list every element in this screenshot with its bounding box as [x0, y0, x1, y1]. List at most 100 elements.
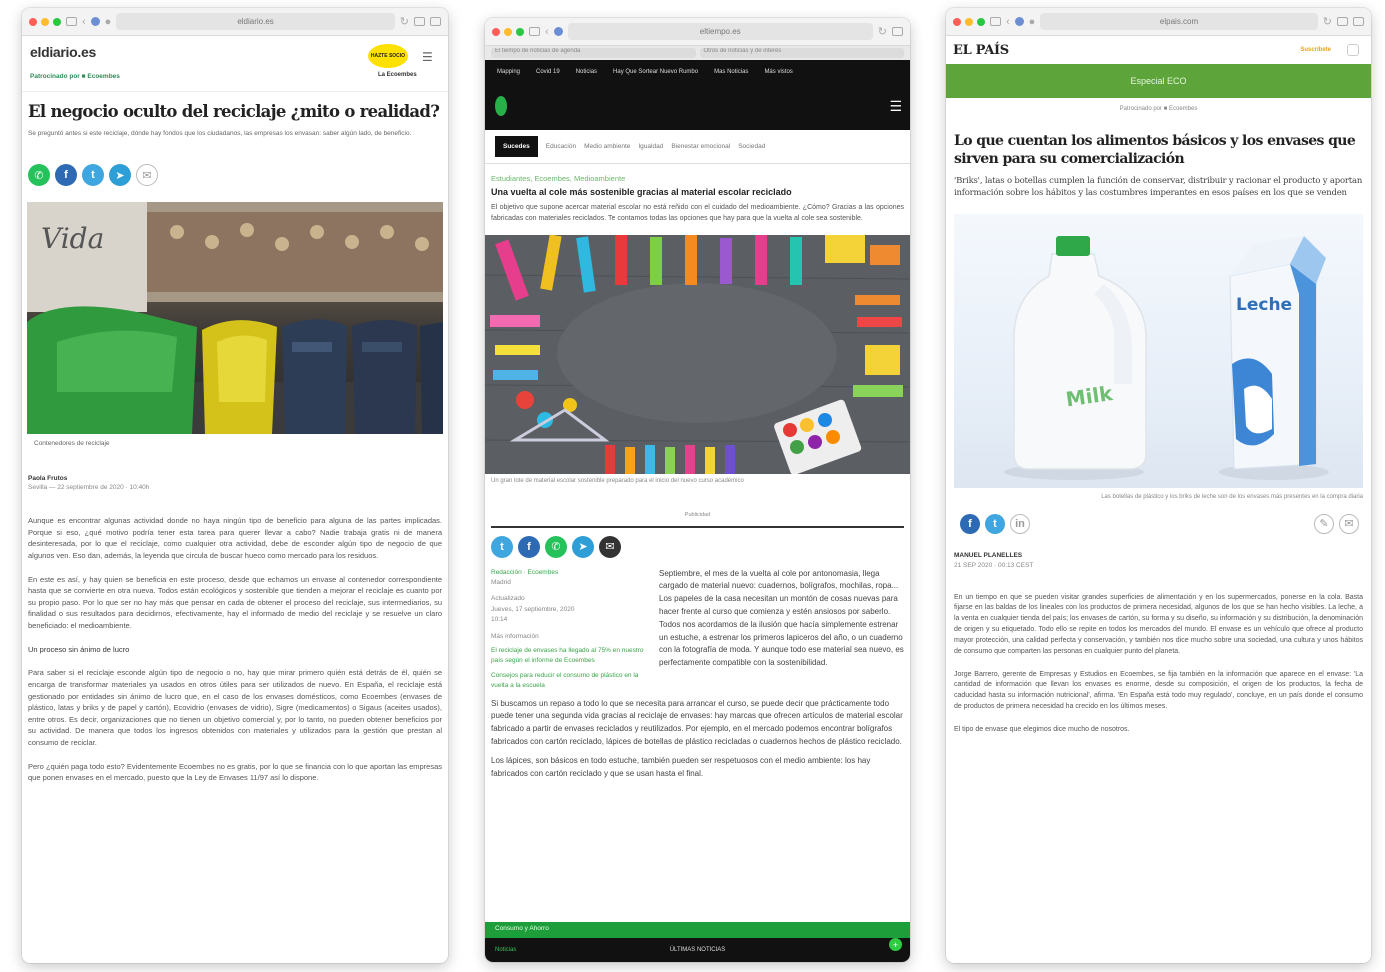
bottom-bar-left-link[interactable]: Noticias: [495, 947, 516, 953]
tabs-overview-icon[interactable]: [1353, 17, 1364, 26]
sidebar-date-label: Actualizado: [491, 595, 525, 603]
article-date: 21 SEP 2020 · 00:13 CEST: [954, 561, 1034, 569]
close-window-button[interactable]: [953, 17, 961, 26]
telegram-icon[interactable]: ➤: [572, 535, 594, 558]
share-icon[interactable]: [414, 17, 425, 26]
shield-icon[interactable]: [1014, 17, 1024, 26]
section-banner[interactable]: Especial ECO: [946, 64, 1371, 98]
comment-icon[interactable]: ✎: [1314, 513, 1334, 534]
extension-icon[interactable]: ●: [1029, 16, 1036, 28]
facebook-icon[interactable]: f: [518, 535, 540, 558]
email-icon[interactable]: ✉: [136, 164, 158, 187]
address-bar[interactable]: eltiempo.es: [567, 23, 873, 40]
sidebar-related-link-2[interactable]: Consejos para reducir el consumo de plás…: [491, 671, 651, 692]
article-kicker[interactable]: Estudiantes, Ecoembes, Medioambiente: [491, 174, 904, 183]
twitter-icon[interactable]: t: [491, 535, 513, 558]
sidebar-related-label: Más información: [491, 632, 539, 640]
nav-link-3[interactable]: Noticias: [576, 69, 597, 75]
photo-caption: Contenedores de reciclaje: [34, 440, 110, 448]
twitter-icon[interactable]: t: [985, 513, 1005, 534]
zoom-window-button[interactable]: [516, 27, 524, 36]
subscribe-link[interactable]: Suscríbete: [1300, 47, 1331, 53]
article-body: Redacción · Ecoembes Madrid Actualizado …: [485, 568, 910, 692]
subscribe-badge[interactable]: HAZTE SOCIO: [368, 44, 408, 68]
site-logo[interactable]: EL PAÍS: [953, 43, 1009, 58]
nav-link-1[interactable]: Mapping: [497, 69, 520, 75]
address-bar[interactable]: elpais.com: [1040, 13, 1318, 30]
latest-news-bar: Noticias ÚLTIMAS NOTICIAS: [485, 938, 910, 962]
nav-link-5[interactable]: Mas Noticias: [714, 69, 748, 75]
sidebar-icon[interactable]: [529, 27, 540, 36]
expand-plus-icon[interactable]: +: [889, 938, 902, 951]
back-icon[interactable]: ‹: [82, 16, 86, 28]
photo-caption: Un gran lote de material escolar sosteni…: [491, 477, 744, 484]
minimize-window-button[interactable]: [41, 17, 49, 26]
share-icon[interactable]: [1337, 17, 1348, 26]
close-window-button[interactable]: [492, 27, 500, 36]
share-buttons-right: ✎ ✉: [1314, 513, 1359, 534]
twitter-icon[interactable]: t: [82, 164, 104, 187]
site-logo-icon[interactable]: [495, 96, 507, 116]
nav-link-4[interactable]: Hay Que Sortear Nuevo Rumbo: [613, 69, 698, 75]
email-icon[interactable]: ✉: [599, 535, 621, 558]
bottom-bar-section[interactable]: Consumo y Ahorro: [485, 922, 910, 938]
window-controls: [953, 17, 985, 26]
site-header: ☰: [485, 84, 910, 130]
reload-icon[interactable]: ↻: [1323, 15, 1332, 28]
user-icon[interactable]: [1347, 44, 1359, 56]
tabs-overview-icon[interactable]: [892, 27, 903, 36]
nav-link-2[interactable]: Covid 19: [536, 69, 560, 75]
recycling-bins-illustration: Vida: [27, 202, 443, 435]
linkedin-icon[interactable]: in: [1010, 513, 1030, 534]
article-lead: 'Briks', latas o botellas cumplen la fun…: [954, 175, 1363, 199]
site-logo[interactable]: eldiario.es: [30, 44, 96, 60]
article-sidebar: Redacción · Ecoembes Madrid Actualizado …: [491, 568, 651, 692]
tab-section-6[interactable]: Sociedad: [738, 143, 765, 150]
shield-icon[interactable]: [90, 17, 100, 26]
browser-tab-2[interactable]: Otros de noticias y de interés: [699, 48, 904, 58]
author-name[interactable]: MANUEL PLANELLES: [954, 552, 1363, 559]
back-icon[interactable]: ‹: [545, 26, 549, 38]
browser-toolbar: ‹ eltiempo.es ↻: [485, 18, 910, 46]
sidebar-place: Madrid: [491, 579, 511, 587]
minimize-window-button[interactable]: [504, 27, 512, 36]
reload-icon[interactable]: ↻: [400, 15, 409, 28]
sidebar-icon[interactable]: [990, 17, 1001, 26]
tab-section-2[interactable]: Educación: [546, 143, 576, 150]
browser-window-vuelta-al-cole: ‹ eltiempo.es ↻ El tiempo de noticias de…: [485, 18, 910, 962]
section-divider: [491, 525, 904, 528]
tab-section-4[interactable]: Igualdad: [638, 143, 663, 150]
nav-link-6[interactable]: Más vistos: [764, 69, 792, 75]
close-window-button[interactable]: [29, 17, 37, 26]
menu-icon[interactable]: ☰: [889, 98, 902, 115]
shield-icon[interactable]: [553, 27, 563, 36]
back-icon[interactable]: ‹: [1006, 16, 1010, 28]
tabs-overview-icon[interactable]: [430, 17, 441, 26]
facebook-icon[interactable]: f: [55, 164, 77, 187]
tab-section-1[interactable]: Sucedes: [495, 136, 538, 157]
telegram-icon[interactable]: ➤: [109, 164, 131, 187]
tab-section-3[interactable]: Medio ambiente: [584, 143, 630, 150]
whatsapp-icon[interactable]: ✆: [545, 535, 567, 558]
sidebar-time: 10:14: [491, 616, 508, 624]
zoom-window-button[interactable]: [977, 17, 985, 26]
sidebar-author[interactable]: Redacción · Ecoembes: [491, 568, 651, 578]
tab-section-5[interactable]: Bienestar emocional: [671, 143, 730, 150]
address-bar[interactable]: eldiario.es: [116, 13, 395, 30]
menu-icon[interactable]: ☰: [422, 50, 433, 64]
bottom-news-bar: Consumo y Ahorro Noticias ÚLTIMAS NOTICI…: [485, 922, 910, 962]
minimize-window-button[interactable]: [965, 17, 973, 26]
browser-tab-1[interactable]: El tiempo de noticias de agenda: [491, 48, 696, 58]
milk-carton-label: Leche: [1236, 295, 1292, 315]
reload-icon[interactable]: ↻: [878, 25, 887, 38]
sidebar-icon[interactable]: [66, 17, 77, 26]
email-icon[interactable]: ✉: [1339, 513, 1359, 534]
zoom-window-button[interactable]: [53, 17, 61, 26]
author-name[interactable]: Paola Frutos: [28, 475, 442, 482]
whatsapp-icon[interactable]: ✆: [28, 164, 50, 187]
photo-caption: Las botellas de plástico y los briks de …: [1101, 493, 1363, 500]
facebook-icon[interactable]: f: [960, 513, 980, 534]
latest-news-label[interactable]: ÚLTIMAS NOTICIAS: [670, 947, 726, 953]
extension-icon[interactable]: ●: [105, 16, 112, 28]
sidebar-related-link-1[interactable]: El reciclaje de envases ha llegado al 75…: [491, 646, 651, 667]
